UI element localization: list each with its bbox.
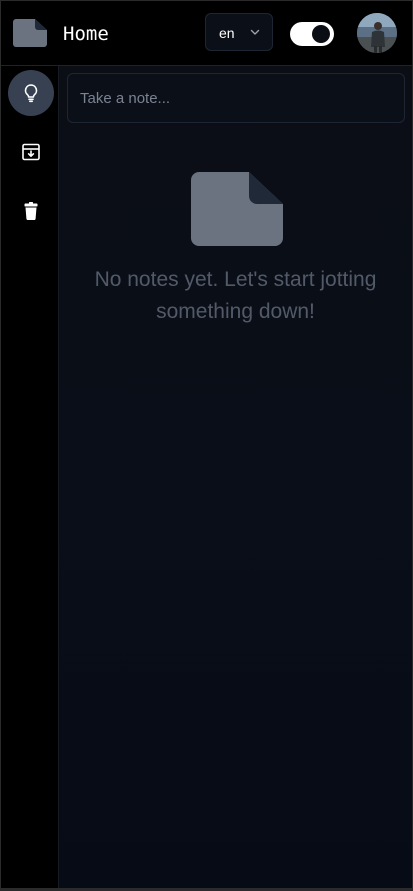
- app-window: Home en Take a note... No notes yet. Let…: [1, 1, 412, 888]
- toggle-knob: [312, 25, 330, 43]
- note-icon: [191, 172, 283, 246]
- archive-icon: [22, 143, 40, 161]
- chevron-down-icon: [250, 29, 260, 35]
- trash-icon: [24, 202, 38, 220]
- sidebar-item-archive[interactable]: [8, 129, 54, 175]
- note-input[interactable]: [67, 73, 405, 123]
- top-bar: Home en: [1, 1, 412, 66]
- note-icon[interactable]: [13, 19, 47, 47]
- theme-toggle[interactable]: [290, 22, 334, 46]
- empty-state-message: No notes yet. Let's start jotting someth…: [94, 268, 377, 323]
- avatar[interactable]: [357, 13, 397, 53]
- language-select[interactable]: en: [205, 13, 273, 51]
- language-value: en: [219, 25, 235, 41]
- page-title: Home: [63, 23, 109, 45]
- main-content: No notes yet. Let's start jotting someth…: [59, 66, 412, 888]
- lightbulb-icon: [24, 84, 38, 103]
- sidebar-item-notes[interactable]: [8, 70, 54, 116]
- sidebar-item-trash[interactable]: [8, 188, 54, 234]
- avatar-photo: [357, 13, 397, 53]
- sidebar: [1, 66, 59, 888]
